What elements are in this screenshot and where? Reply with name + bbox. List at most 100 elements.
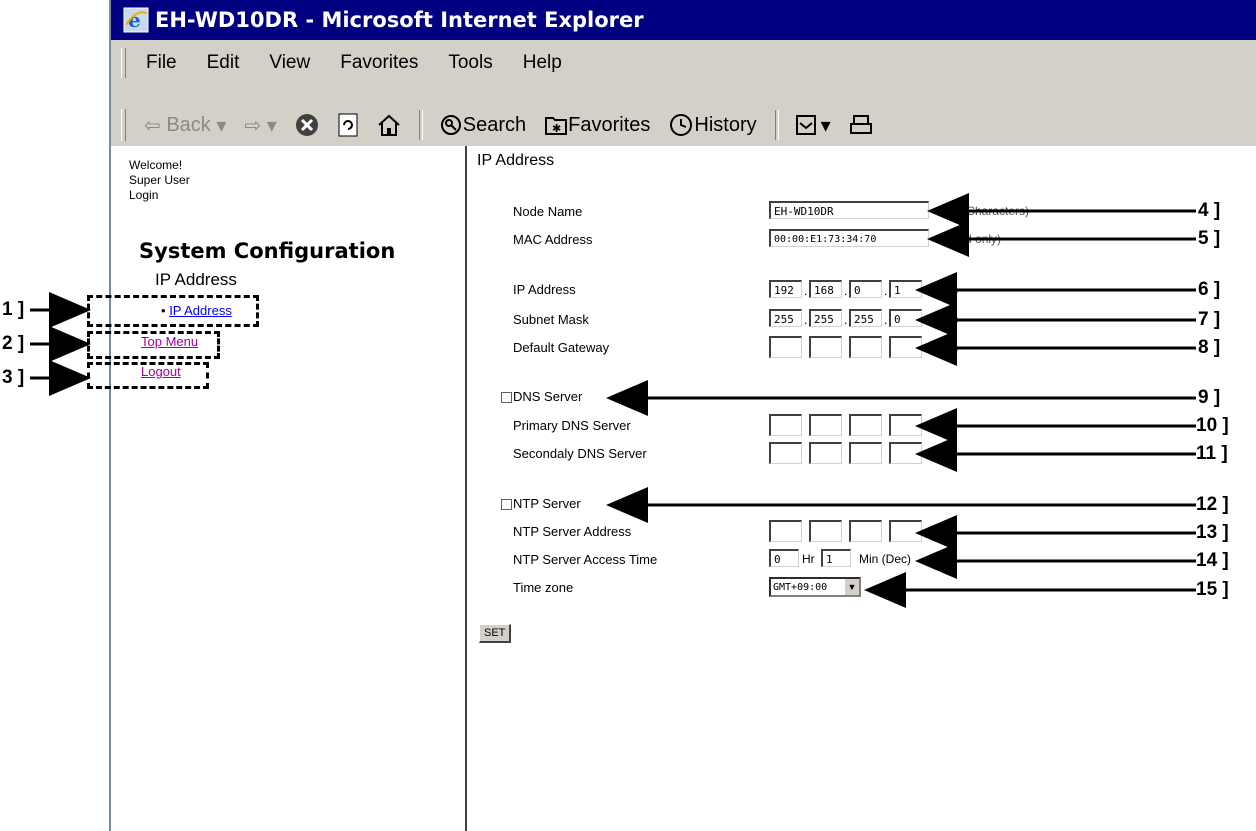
stop-icon [295,114,318,136]
ip-octet-4[interactable]: 1 [889,280,922,298]
ie-logo-icon: e [123,7,149,33]
ip-note: (Dec) [929,283,959,297]
ntp-hour-input[interactable]: 0 [769,549,799,567]
set-button[interactable]: SET [479,624,512,643]
title-bar: e EH-WD10DR - Microsoft Internet Explore… [111,0,1256,40]
mail-icon [795,115,816,135]
callout-3: 3 ] [2,367,25,388]
secondary-dns-octet-3[interactable] [849,442,882,464]
dns-server-checkbox[interactable] [501,392,512,403]
ip-address-label: IP Address [513,282,576,297]
time-zone-select[interactable]: GMT+09:00 ▼ [769,577,861,597]
mail-button[interactable]: ▾ [795,113,831,138]
primary-dns-octet-2[interactable] [809,414,842,436]
ntp-octet-4[interactable] [889,520,922,542]
history-button[interactable]: History [668,113,757,137]
subnet-octet-2[interactable]: 255 [809,309,842,327]
ip-octet-3[interactable]: 0 [849,280,882,298]
callout-7: 7 ] [1198,309,1221,330]
home-icon [378,114,400,136]
ntp-address-label: NTP Server Address [513,524,632,539]
callout-8: 8 ] [1198,337,1221,358]
ntp-server-checkbox[interactable] [501,499,512,510]
browser-window: e EH-WD10DR - Microsoft Internet Explore… [109,0,1256,831]
back-arrow-icon: ⇦ [144,114,161,137]
subnet-octet-3[interactable]: 255 [849,309,882,327]
ntp-access-time-label: NTP Server Access Time [513,552,658,567]
page-title: IP Address [477,152,555,169]
callout-2: 2 ] [2,333,25,354]
gateway-octet-3[interactable] [849,336,882,358]
gateway-octet-4[interactable] [889,336,922,358]
dns-server-label: DNS Server [513,389,583,404]
menu-edit[interactable]: Edit [207,52,240,74]
menu-tools[interactable]: Tools [448,52,492,74]
ntp-octet-1[interactable] [769,520,802,542]
menu-view[interactable]: View [269,52,310,74]
content-frame: IP Address Node Name EH-WD10DR 32(Charac… [467,146,1256,831]
mac-address-note: (Read only) [939,232,1002,246]
node-name-note: 32(Characters) [949,204,1030,218]
primary-dns-octet-1[interactable] [769,414,802,436]
minute-unit: Min (Dec) [859,552,912,566]
callout-4: 4 ] [1198,200,1221,221]
node-name-label: Node Name [513,204,583,219]
history-icon [670,114,693,136]
favorites-button[interactable]: ✱ Favorites [544,114,650,137]
ntp-octet-3[interactable] [849,520,882,542]
menu-bar: File Edit View Favorites Tools Help [111,40,1256,106]
ip-octet-1[interactable]: 192 [769,280,802,298]
secondary-dns-octet-4[interactable] [889,442,922,464]
ntp-minute-input[interactable]: 1 [821,549,851,567]
forward-arrow-icon: ⇨ ▾ [244,114,277,137]
gateway-octet-2[interactable] [809,336,842,358]
menu-help[interactable]: Help [523,52,562,74]
callout-box-ip-link [87,295,259,327]
primary-dns-label: Primary DNS Server [513,418,631,433]
user-level-text: Super User [129,173,190,187]
callout-box-top-menu [87,331,220,359]
default-gateway-label: Default Gateway [513,340,610,355]
callout-13: 13 ] [1196,522,1229,543]
stop-button[interactable] [295,113,319,137]
login-text: Login [129,188,159,202]
callout-10: 10 ] [1196,415,1229,436]
secondary-dns-octet-1[interactable] [769,442,802,464]
print-icon [849,115,872,134]
menu-favorites[interactable]: Favorites [340,52,418,74]
ip-octet-2[interactable]: 168 [809,280,842,298]
subnet-octet-1[interactable]: 255 [769,309,802,327]
forward-button[interactable]: ⇨ ▾ [244,113,276,138]
subsection-title: IP Address [155,270,237,289]
callout-15: 15 ] [1196,579,1229,600]
subnet-mask-label: Subnet Mask [513,312,589,327]
refresh-icon [338,113,358,137]
search-button[interactable]: Search [439,113,526,137]
home-button[interactable] [377,113,401,137]
refresh-button[interactable] [337,113,359,137]
svg-text:✱: ✱ [552,123,561,135]
print-button[interactable] [849,114,873,136]
ntp-octet-2[interactable] [809,520,842,542]
callout-9: 9 ] [1198,387,1221,408]
secondary-dns-label: Secondaly DNS Server [513,446,647,461]
primary-dns-octet-3[interactable] [849,414,882,436]
subnet-note: (Dec) [929,312,959,326]
mac-address-input[interactable]: 00:00:E1:73:34:70 [769,229,929,247]
back-button[interactable]: ⇦ Back ▾ [144,113,226,138]
section-title: System Configuration [139,239,396,263]
menu-file[interactable]: File [146,52,177,74]
ntp-server-label: NTP Server [513,496,581,511]
gateway-octet-1[interactable] [769,336,802,358]
toolbar: ⇦ Back ▾ ⇨ ▾ Search ✱ Favorites History … [111,104,1256,148]
dropdown-arrow-icon: ▼ [845,579,859,595]
chevron-down-icon: ▾ [820,114,831,137]
node-name-input[interactable]: EH-WD10DR [769,201,929,219]
callout-11: 11 ] [1196,443,1228,464]
left-frame: Welcome! Super User Login System Configu… [111,146,467,831]
favorites-icon: ✱ [545,117,568,135]
primary-dns-octet-4[interactable] [889,414,922,436]
time-zone-label: Time zone [513,580,574,595]
subnet-octet-4[interactable]: 0 [889,309,922,327]
secondary-dns-octet-2[interactable] [809,442,842,464]
